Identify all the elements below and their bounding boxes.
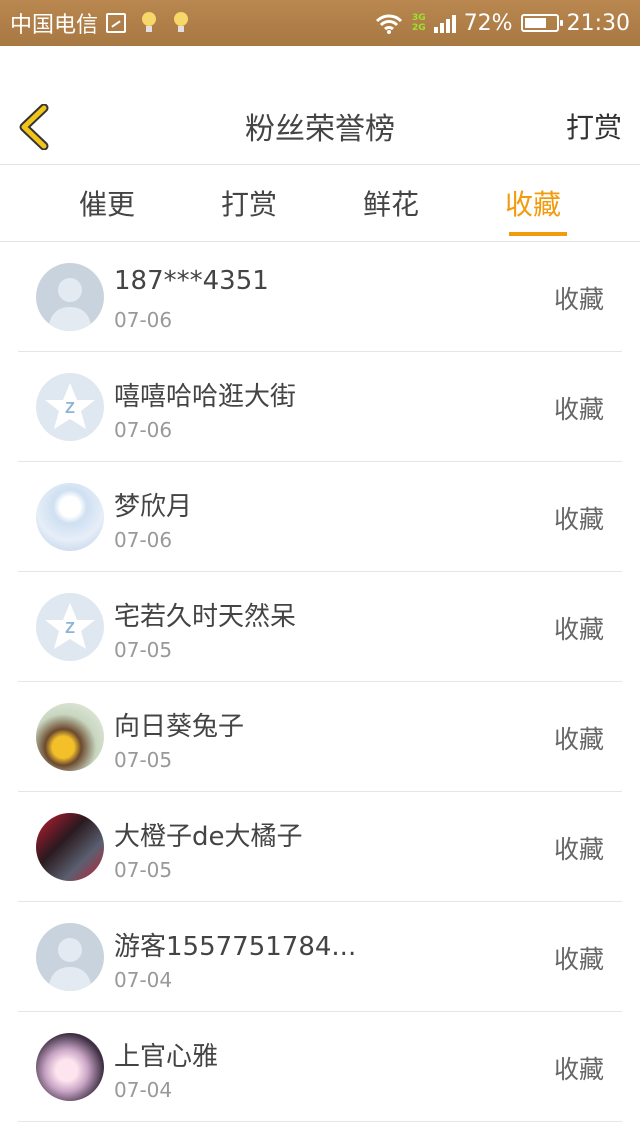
- battery-icon: [520, 14, 563, 32]
- default-avatar: [36, 263, 104, 331]
- fan-list: 187***4351 07-06 收藏 Z 嘻嘻哈哈逛大街 07-06 收藏 梦…: [18, 242, 622, 1122]
- qq-star-avatar: Z: [36, 373, 104, 441]
- clock: 21:30: [566, 10, 630, 36]
- action-label: 收藏: [553, 835, 604, 864]
- active-tab-indicator: [509, 232, 567, 236]
- fan-name: 大橙子de大橘子: [114, 822, 303, 852]
- battery-fill: [524, 18, 547, 28]
- action-label: 收藏: [553, 615, 604, 644]
- svg-text:Z: Z: [65, 620, 75, 637]
- fan-date: 07-06: [114, 308, 173, 332]
- default-avatar: [36, 923, 104, 991]
- tab-urge[interactable]: 催更: [47, 165, 167, 241]
- list-item[interactable]: Z 宅若久时天然呆 07-05 收藏: [18, 572, 622, 682]
- list-item[interactable]: 游客1557751784... 07-04 收藏: [18, 902, 622, 1012]
- tab-flower[interactable]: 鲜花: [331, 165, 451, 241]
- fan-name: 宅若久时天然呆: [114, 602, 297, 632]
- app-header: 粉丝荣誉榜 打赏: [0, 88, 640, 164]
- group-photo-avatar: [36, 813, 104, 881]
- action-label: 收藏: [553, 395, 604, 424]
- fan-name: 向日葵兔子: [114, 712, 245, 742]
- reward-button[interactable]: 打赏: [566, 106, 622, 146]
- fan-date: 07-05: [114, 638, 173, 662]
- fan-date: 07-04: [114, 968, 173, 992]
- list-item[interactable]: 大橙子de大橘子 07-05 收藏: [18, 792, 622, 902]
- fan-date: 07-04: [114, 1078, 173, 1102]
- tab-favorite[interactable]: 收藏: [473, 165, 593, 241]
- fan-name: 187***4351: [114, 266, 269, 296]
- carrier-label: 中国电信: [10, 13, 99, 38]
- fan-date: 07-06: [114, 418, 173, 442]
- tab-favorite-label: 收藏: [504, 188, 561, 221]
- fan-date: 07-06: [114, 528, 173, 552]
- fan-date: 07-05: [114, 858, 173, 882]
- sunflower-avatar: [36, 703, 104, 771]
- status-bar: 中国电信 3G 2G 72% 21:30: [0, 0, 640, 46]
- anime-avatar: [36, 483, 104, 551]
- list-item[interactable]: 187***4351 07-06 收藏: [18, 242, 622, 352]
- tab-bar: 催更 打赏 鲜花 收藏: [0, 165, 640, 241]
- blossom-avatar: [36, 1033, 104, 1101]
- fan-name: 游客1557751784...: [114, 932, 357, 962]
- action-label: 收藏: [553, 945, 604, 974]
- action-label: 收藏: [553, 1055, 604, 1084]
- action-label: 收藏: [553, 505, 604, 534]
- action-label: 收藏: [553, 285, 604, 314]
- svg-text:Z: Z: [65, 400, 75, 417]
- fan-name: 梦欣月: [114, 492, 193, 522]
- signal-icon: [433, 13, 456, 33]
- sim-icon: [106, 13, 127, 33]
- list-item[interactable]: 上官心雅 07-04 收藏: [18, 1012, 622, 1122]
- network-type-icon: 3G 2G: [412, 13, 426, 33]
- bulb-icon: [140, 12, 158, 34]
- battery-percent: 72%: [463, 10, 513, 36]
- list-item[interactable]: Z 嘻嘻哈哈逛大街 07-06 收藏: [18, 352, 622, 462]
- action-label: 收藏: [553, 725, 604, 754]
- fan-name: 上官心雅: [114, 1042, 219, 1072]
- list-item[interactable]: 梦欣月 07-06 收藏: [18, 462, 622, 572]
- fan-date: 07-05: [114, 748, 173, 772]
- tab-reward[interactable]: 打赏: [189, 165, 309, 241]
- list-item[interactable]: 向日葵兔子 07-05 收藏: [18, 682, 622, 792]
- fan-name: 嘻嘻哈哈逛大街: [114, 382, 297, 412]
- qq-star-avatar: Z: [36, 593, 104, 661]
- bulb-icon: [172, 12, 190, 34]
- page-title: 粉丝荣誉榜: [245, 112, 395, 147]
- wifi-icon: [375, 14, 403, 34]
